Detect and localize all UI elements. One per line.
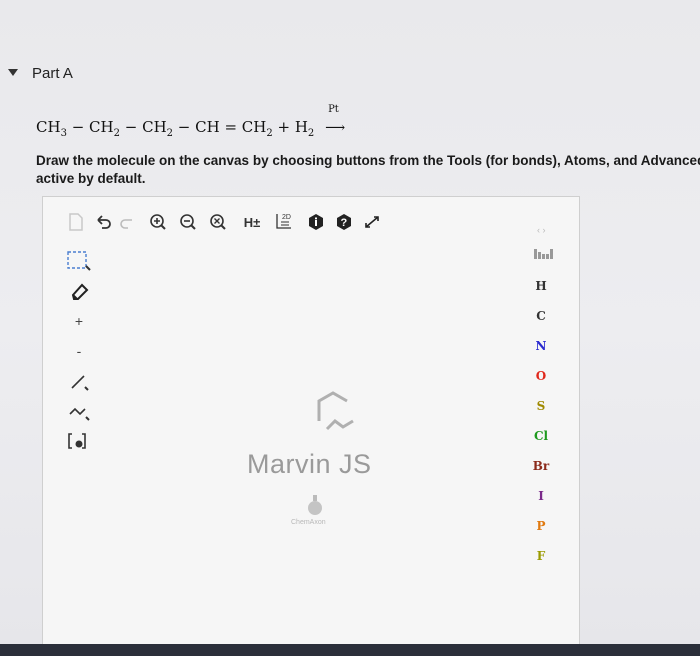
h-toggle-button[interactable]: H±	[239, 211, 265, 233]
instructions-line-1: Draw the molecule on the canvas by choos…	[36, 153, 700, 168]
instructions-line-2: active by default.	[36, 171, 146, 186]
template-tool-icon[interactable]	[63, 429, 95, 453]
eraser-icon[interactable]	[63, 279, 95, 303]
part-title: Part A	[32, 65, 73, 82]
zoom-in-icon[interactable]	[147, 211, 169, 233]
periodic-table-icon[interactable]	[533, 247, 555, 266]
atom-c-button[interactable]: C	[523, 305, 559, 327]
marvin-editor[interactable]: H± 2D ? ‹ › + - Marvin JS ChemAxon H C N…	[42, 196, 580, 646]
chemaxon-text: ChemAxon	[291, 519, 326, 526]
part-a-header[interactable]: Part A	[0, 58, 700, 94]
reaction-arrow: Pt ⟶	[325, 104, 347, 136]
dimension-label: 2D	[282, 214, 291, 221]
info-icon[interactable]	[305, 211, 327, 233]
svg-text:?: ?	[341, 217, 348, 229]
new-document-icon[interactable]	[65, 211, 87, 233]
collapse-caret-icon[interactable]	[8, 69, 18, 76]
redo-icon[interactable]	[117, 211, 137, 233]
atom-o-button[interactable]: O	[523, 365, 559, 387]
atom-i-button[interactable]: I	[523, 485, 559, 507]
chemaxon-logo-icon	[305, 495, 325, 522]
atom-br-button[interactable]: Br	[523, 455, 559, 477]
fullscreen-icon[interactable]	[361, 211, 383, 233]
decrease-charge-icon[interactable]: -	[63, 339, 95, 363]
single-bond-icon[interactable]	[63, 369, 95, 393]
reaction-equation: CH3 − CH2 − CH2 − CH = CH2 + H2 Pt ⟶	[36, 104, 347, 139]
atom-h-button[interactable]: H	[523, 275, 559, 297]
atom-p-button[interactable]: P	[523, 515, 559, 537]
marvin-logo	[243, 385, 423, 450]
marvin-brand-text: Marvin JS	[247, 449, 372, 479]
atom-cl-button[interactable]: Cl	[523, 425, 559, 447]
arrow-icon: ⟶	[325, 120, 346, 136]
help-icon[interactable]: ?	[333, 211, 355, 233]
zoom-out-icon[interactable]	[177, 211, 199, 233]
selection-tool-icon[interactable]	[63, 249, 95, 273]
atoms-scroll-arrows-icon[interactable]: ‹ ›	[537, 225, 546, 235]
zoom-reset-icon[interactable]	[207, 211, 229, 233]
clean-2d-icon[interactable]: 2D	[271, 211, 297, 233]
atom-n-button[interactable]: N	[523, 335, 559, 357]
atom-s-button[interactable]: S	[523, 395, 559, 417]
chain-tool-icon[interactable]	[63, 399, 95, 423]
marvin-logo-icon	[317, 391, 354, 431]
taskbar-strip	[0, 644, 700, 656]
atom-f-button[interactable]: F	[523, 545, 559, 567]
catalyst-label: Pt	[328, 104, 339, 115]
instructions-text: Draw the molecule on the canvas by choos…	[36, 152, 700, 188]
top-toolbar: H± 2D ?	[43, 211, 503, 237]
undo-icon[interactable]	[93, 211, 115, 233]
increase-charge-icon[interactable]: +	[63, 309, 95, 333]
